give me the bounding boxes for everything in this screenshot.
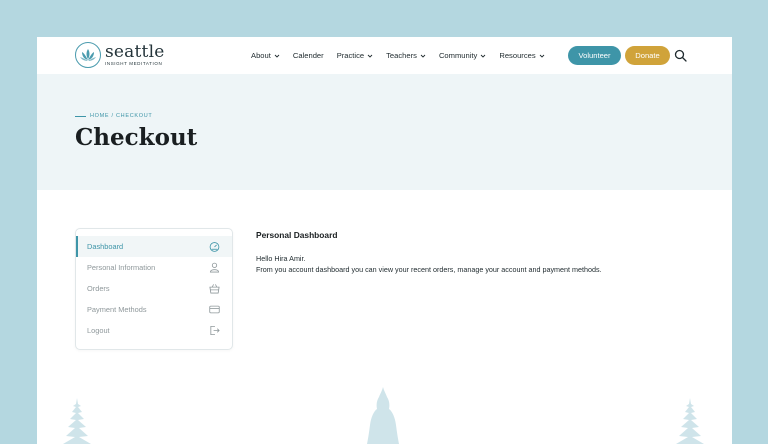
page-frame: seattle INSIGHT MEDITATION About Calende…	[37, 37, 732, 444]
nav-item-label: Calender	[292, 51, 324, 60]
nav-item-about[interactable]: About	[251, 51, 280, 60]
nav-item-label: About	[251, 51, 271, 60]
site-header: seattle INSIGHT MEDITATION About Calende…	[37, 37, 732, 74]
sidebar-item-label: Orders	[87, 284, 110, 293]
nav-item-practice[interactable]: Practice	[337, 51, 373, 60]
nav-item-label: Community	[438, 51, 478, 60]
breadcrumb-divider	[75, 115, 86, 117]
nav-item-label: Resources	[499, 51, 536, 60]
chevron-down-icon	[481, 54, 486, 58]
gauge-icon	[209, 242, 220, 252]
logo-wordmark: seattle	[105, 41, 165, 62]
breadcrumb: HOME / CHECKOUT	[75, 113, 152, 119]
sidebar-item-payment-methods[interactable]: Payment Methods	[76, 299, 232, 320]
chevron-down-icon	[420, 54, 426, 58]
page-title: Checkout	[75, 124, 198, 151]
breadcrumb-text: HOME / CHECKOUT	[90, 113, 153, 119]
sidebar-item-dashboard[interactable]: Dashboard	[76, 236, 232, 257]
dashboard-description: From you account dashboard you can view …	[256, 265, 602, 274]
credit-card-icon	[209, 305, 220, 314]
nav-item-calender[interactable]: Calender	[293, 51, 324, 60]
chevron-down-icon	[539, 54, 544, 58]
account-sidebar: Dashboard Personal Information Orders Pa…	[75, 228, 233, 350]
sidebar-item-label: Logout	[87, 326, 110, 335]
pagoda-silhouette-right	[676, 398, 704, 444]
nav-item-label: Practice	[336, 51, 365, 60]
lotus-icon	[75, 42, 101, 68]
sidebar-item-orders[interactable]: Orders	[76, 278, 232, 299]
chevron-down-icon	[274, 54, 280, 58]
main-nav: About Calender Practice Teachers Communi…	[251, 37, 558, 74]
pagoda-silhouette-left	[63, 398, 91, 444]
donate-button[interactable]: Donate	[625, 46, 670, 65]
sidebar-item-label: Personal Information	[87, 263, 156, 272]
search-icon[interactable]	[674, 49, 687, 62]
sidebar-item-label: Payment Methods	[87, 305, 147, 314]
dashboard-heading: Personal Dashboard	[256, 230, 338, 240]
sidebar-item-label: Dashboard	[87, 242, 124, 251]
nav-item-teachers[interactable]: Teachers	[386, 51, 426, 60]
nav-item-resources[interactable]: Resources	[499, 51, 544, 60]
logo-tagline: INSIGHT MEDITATION	[105, 60, 163, 66]
volunteer-button[interactable]: Volunteer	[568, 46, 621, 65]
site-logo[interactable]: seattle INSIGHT MEDITATION	[75, 42, 164, 68]
sidebar-item-logout[interactable]: Logout	[76, 320, 232, 341]
logout-icon	[210, 325, 220, 336]
sidebar-item-personal-information[interactable]: Personal Information	[76, 257, 232, 278]
nav-item-label: Teachers	[386, 51, 417, 60]
dashboard-greeting: Hello Hira Amir.	[256, 254, 306, 263]
user-icon	[209, 262, 220, 273]
nav-item-community[interactable]: Community	[439, 51, 486, 60]
buddha-silhouette	[367, 387, 399, 444]
chevron-down-icon	[367, 54, 373, 58]
basket-icon	[209, 284, 220, 294]
page-hero: HOME / CHECKOUT Checkout	[37, 74, 732, 190]
